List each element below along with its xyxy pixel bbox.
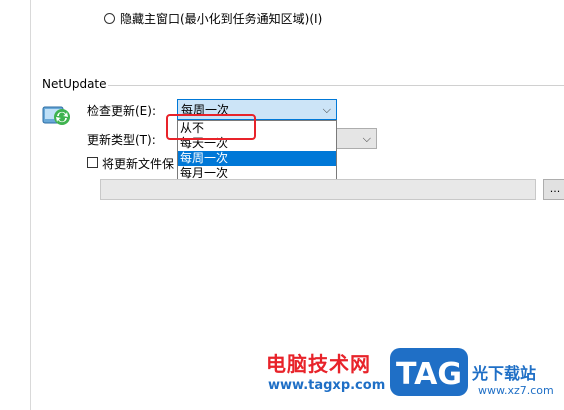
- radio-hide-main-window[interactable]: 隐藏主窗口(最小化到任务通知区域)(I): [104, 10, 322, 27]
- dropdown-option-weekly[interactable]: 每周一次: [178, 151, 336, 166]
- window-left-border: [30, 0, 31, 410]
- browse-button[interactable]: ...: [543, 179, 564, 200]
- red-highlight-annotation: [166, 114, 256, 140]
- radio-hide-label: 隐藏主窗口(最小化到任务通知区域)(I): [120, 12, 323, 26]
- watermark-tag-logo: TAG: [390, 348, 468, 396]
- watermark-right-text: 光下载站: [472, 364, 537, 383]
- group-divider: [108, 85, 564, 86]
- update-path-input[interactable]: [100, 179, 536, 200]
- chevron-down-icon[interactable]: ⌵: [363, 132, 371, 146]
- chevron-down-icon[interactable]: ⌵: [323, 103, 331, 117]
- radio-button[interactable]: [104, 13, 115, 24]
- check-update-label: 检查更新(E):: [87, 104, 156, 118]
- watermark-site-name: 电脑技术网: [266, 352, 371, 376]
- watermark-logo-text: TAG: [396, 357, 462, 392]
- update-app-icon: [42, 106, 70, 125]
- save-update-file-checkbox[interactable]: [87, 157, 98, 168]
- save-update-file-label: 将更新文件保: [102, 157, 175, 171]
- netupdate-group-title: NetUpdate: [42, 77, 107, 91]
- watermark-site-url: www.tagxp.com: [268, 378, 386, 393]
- watermark-right-url: www.xz7.com: [478, 384, 554, 397]
- update-type-label: 更新类型(T):: [87, 133, 156, 147]
